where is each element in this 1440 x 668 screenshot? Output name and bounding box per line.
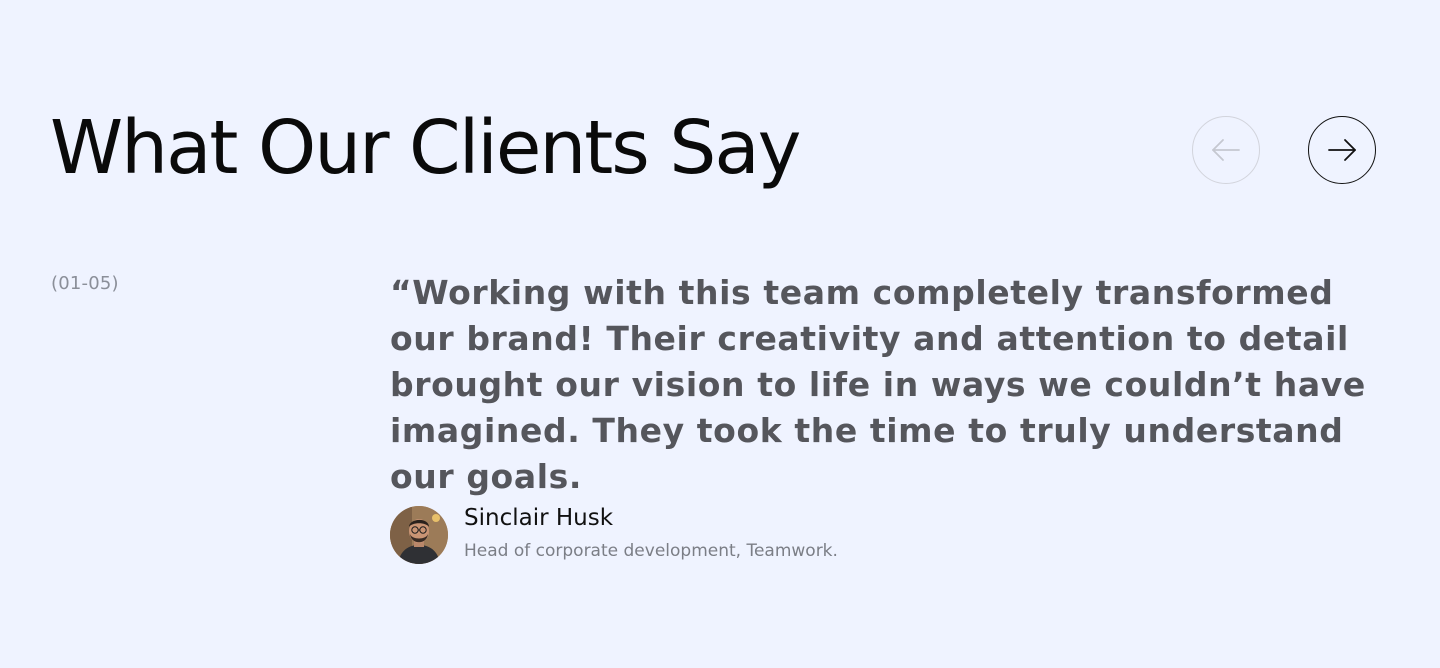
- author-title: Head of corporate development, Teamwork.: [464, 541, 838, 561]
- author-name: Sinclair Husk: [464, 505, 614, 531]
- next-testimonial-button[interactable]: [1308, 116, 1376, 184]
- arrow-left-icon: [1212, 139, 1240, 161]
- previous-testimonial-button[interactable]: [1192, 116, 1260, 184]
- testimonial-counter: (01-05): [51, 273, 119, 294]
- section-title: What Our Clients Say: [50, 105, 801, 191]
- testimonial-author: Sinclair Husk Head of corporate developm…: [390, 505, 838, 564]
- testimonial-quote: “Working with this team completely trans…: [390, 273, 1366, 496]
- author-avatar: [390, 506, 448, 564]
- arrow-right-icon: [1328, 139, 1356, 161]
